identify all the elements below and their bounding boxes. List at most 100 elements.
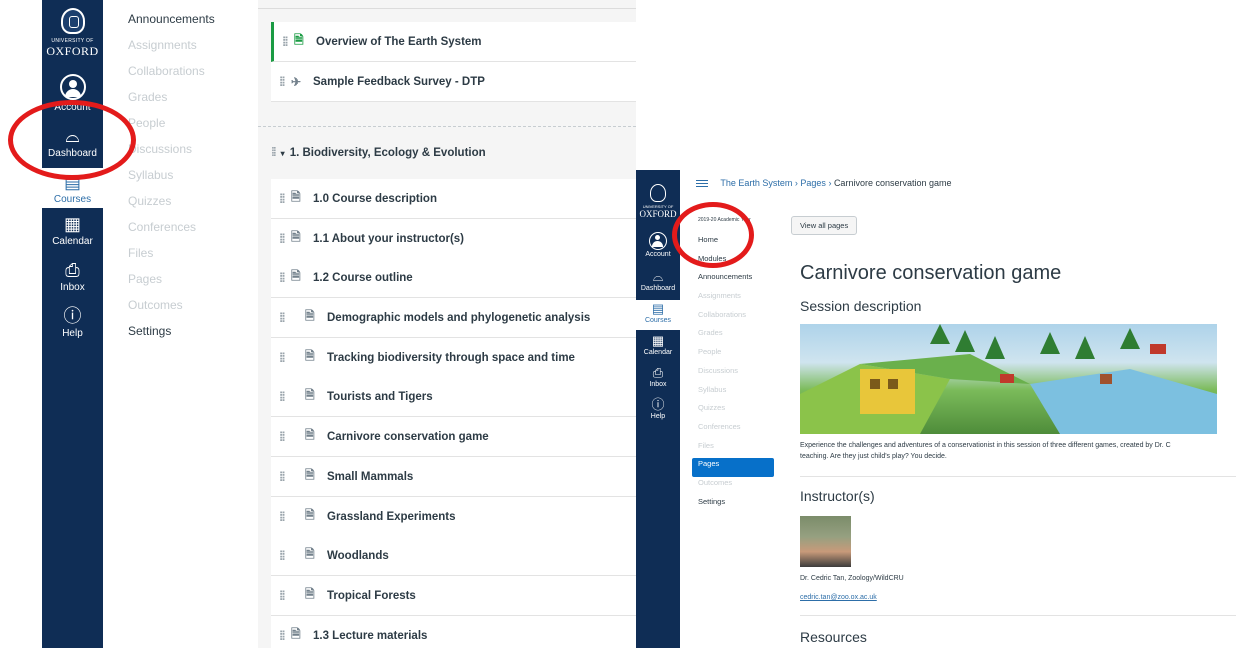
module-item-title[interactable]: Sample Feedback Survey - DTP: [313, 76, 485, 88]
module-item-title[interactable]: Demographic models and phylogenetic anal…: [327, 312, 590, 324]
module-header[interactable]: ⁞⁞ ▾ 1. Biodiversity, Ecology & Evolutio…: [271, 147, 486, 159]
course-nav-syllabus[interactable]: Syllabus: [128, 168, 238, 194]
course-nav-pages[interactable]: Pages: [692, 458, 774, 477]
course-nav-settings[interactable]: Settings: [692, 496, 774, 515]
course-nav-files[interactable]: Files: [692, 440, 774, 459]
course-nav-grades[interactable]: Grades: [692, 327, 774, 346]
page-icon: 🗎: [305, 468, 315, 482]
inbox-icon: ⎙: [65, 260, 80, 280]
course-nav-announcements[interactable]: Announcements: [128, 12, 238, 38]
drag-handle-icon[interactable]: ⁞⁞: [274, 34, 294, 49]
page-title: Carnivore conservation game: [800, 262, 1062, 284]
oxford-logo[interactable]: UNIVERSITY OF OXFORD: [42, 8, 103, 59]
drag-handle-icon[interactable]: ⁞⁞: [271, 74, 291, 89]
nav-help[interactable]: ⓘ Help: [636, 398, 680, 421]
course-nav-syllabus[interactable]: Syllabus: [692, 384, 774, 403]
module-item[interactable]: ⁞⁞ 🗎 Overview of The Earth System: [271, 22, 636, 62]
drag-handle-icon[interactable]: ⁞⁞: [271, 548, 305, 563]
course-nav-conferences[interactable]: Conferences: [692, 421, 774, 440]
module-item-title[interactable]: Small Mammals: [327, 471, 413, 483]
nav-account[interactable]: Account: [636, 232, 680, 258]
course-nav-people[interactable]: People: [692, 346, 774, 365]
course-nav-grades[interactable]: Grades: [128, 90, 238, 116]
nav-help[interactable]: ⓘ Help: [42, 306, 103, 339]
nav-dashboard[interactable]: ⌓ Dashboard: [636, 270, 680, 293]
drag-handle-icon[interactable]: ⁞⁞: [271, 270, 291, 285]
module-item[interactable]: ⁞⁞ 🗎 Carnivore conservation game: [271, 417, 636, 457]
module-item[interactable]: ⁞⁞ 🗎 Tourists and Tigers: [271, 377, 636, 417]
module-item[interactable]: ⁞⁞ 🗎 Woodlands: [271, 536, 636, 576]
nav-label: Help: [62, 328, 83, 339]
nav-label: Dashboard: [640, 285, 676, 292]
nav-account[interactable]: Account: [42, 74, 103, 113]
course-nav-outcomes[interactable]: Outcomes: [128, 298, 238, 324]
course-nav-assignments[interactable]: Assignments: [128, 38, 238, 64]
nav-calendar[interactable]: ▦ Calendar: [636, 334, 680, 357]
nav-label: Help: [650, 413, 666, 420]
view-all-pages-button[interactable]: View all pages: [791, 216, 858, 235]
module-item-title[interactable]: Woodlands: [327, 550, 389, 562]
course-nav-outcomes[interactable]: Outcomes: [692, 477, 774, 496]
course-nav-home[interactable]: Home: [692, 234, 774, 253]
drag-handle-icon[interactable]: ⁞⁞: [271, 350, 305, 365]
course-nav-quizzes[interactable]: Quizzes: [692, 402, 774, 421]
course-nav-conferences[interactable]: Conferences: [128, 220, 238, 246]
instructor-email-link[interactable]: cedric.tan@zoo.ox.ac.uk: [800, 594, 877, 601]
module-item[interactable]: ⁞⁞ ✈ Sample Feedback Survey - DTP: [271, 62, 636, 102]
course-nav-people[interactable]: People: [128, 116, 238, 142]
module-item[interactable]: ⁞⁞ 🗎 Grassland Experiments: [271, 497, 636, 537]
drag-handle-icon[interactable]: ⁞⁞: [271, 588, 305, 603]
course-nav-modules[interactable]: Modules: [692, 253, 774, 272]
nav-calendar[interactable]: ▦ Calendar: [42, 214, 103, 247]
module-item-title[interactable]: Carnivore conservation game: [327, 431, 489, 443]
module-item-title[interactable]: 1.3 Lecture materials: [313, 630, 427, 642]
course-nav-settings[interactable]: Settings: [128, 324, 238, 350]
nav-courses[interactable]: ▤ Courses: [42, 168, 103, 208]
module-item-title[interactable]: 1.0 Course description: [313, 193, 437, 205]
hamburger-icon[interactable]: [696, 183, 708, 185]
module-item[interactable]: ⁞⁞ 🗎 Tropical Forests: [271, 576, 636, 616]
module-item-title[interactable]: 1.1 About your instructor(s): [313, 233, 464, 245]
drag-handle-icon[interactable]: ⁞⁞: [271, 469, 305, 484]
breadcrumb-section[interactable]: Pages: [800, 178, 826, 188]
module-item-title[interactable]: Tropical Forests: [327, 590, 416, 602]
module-item[interactable]: ⁞⁞ 🗎 1.0 Course description: [271, 179, 636, 219]
course-nav-discussions[interactable]: Discussions: [692, 365, 774, 384]
drag-handle-icon[interactable]: ⁞⁞: [271, 509, 305, 524]
collapse-caret-icon[interactable]: ▾: [281, 149, 285, 158]
nav-courses[interactable]: ▤ Courses: [636, 300, 680, 330]
nav-inbox[interactable]: ⎙ Inbox: [42, 260, 103, 293]
drag-handle-icon[interactable]: ⁞⁞: [271, 147, 277, 159]
course-nav-collaborations[interactable]: Collaborations: [692, 309, 774, 328]
course-nav-pages[interactable]: Pages: [128, 272, 238, 298]
breadcrumb-course[interactable]: The Earth System: [720, 178, 792, 188]
course-nav-discussions[interactable]: Discussions: [128, 142, 238, 168]
drag-handle-icon[interactable]: ⁞⁞: [271, 191, 291, 206]
module-item-title[interactable]: 1.2 Course outline: [313, 272, 413, 284]
page-icon: 🗎: [305, 309, 315, 323]
course-nav-collaborations[interactable]: Collaborations: [128, 64, 238, 90]
course-nav-files[interactable]: Files: [128, 246, 238, 272]
drag-handle-icon[interactable]: ⁞⁞: [271, 429, 305, 444]
course-nav-assignments[interactable]: Assignments: [692, 290, 774, 309]
module-item[interactable]: ⁞⁞ 🗎 Tracking biodiversity through space …: [271, 338, 636, 378]
oxford-logo[interactable]: UNIVERSITY OF OXFORD: [636, 184, 680, 219]
nav-dashboard[interactable]: ⌓ Dashboard: [42, 126, 103, 159]
modules-panel: ⁞⁞ 🗎 Overview of The Earth System ⁞⁞ ✈ S…: [258, 0, 636, 648]
module-item-title[interactable]: Grassland Experiments: [327, 511, 455, 523]
module-item-title[interactable]: Tracking biodiversity through space and …: [327, 352, 575, 364]
module-item[interactable]: ⁞⁞ 🗎 Small Mammals: [271, 457, 636, 497]
module-item[interactable]: ⁞⁞ 🗎 1.1 About your instructor(s): [271, 219, 636, 259]
module-item[interactable]: ⁞⁞ 🗎 1.3 Lecture materials: [271, 616, 636, 648]
drag-handle-icon[interactable]: ⁞⁞: [271, 389, 305, 404]
drag-handle-icon[interactable]: ⁞⁞: [271, 628, 291, 643]
course-nav-announcements[interactable]: Announcements: [692, 271, 774, 290]
nav-inbox[interactable]: ⎙ Inbox: [636, 366, 680, 389]
module-item-title[interactable]: Overview of The Earth System: [316, 36, 482, 48]
module-item-title[interactable]: Tourists and Tigers: [327, 391, 433, 403]
drag-handle-icon[interactable]: ⁞⁞: [271, 231, 291, 246]
module-item[interactable]: ⁞⁞ 🗎 1.2 Course outline: [271, 258, 636, 298]
drag-handle-icon[interactable]: ⁞⁞: [271, 310, 305, 325]
course-nav-quizzes[interactable]: Quizzes: [128, 194, 238, 220]
module-item[interactable]: ⁞⁞ 🗎 Demographic models and phylogenetic …: [271, 298, 636, 338]
